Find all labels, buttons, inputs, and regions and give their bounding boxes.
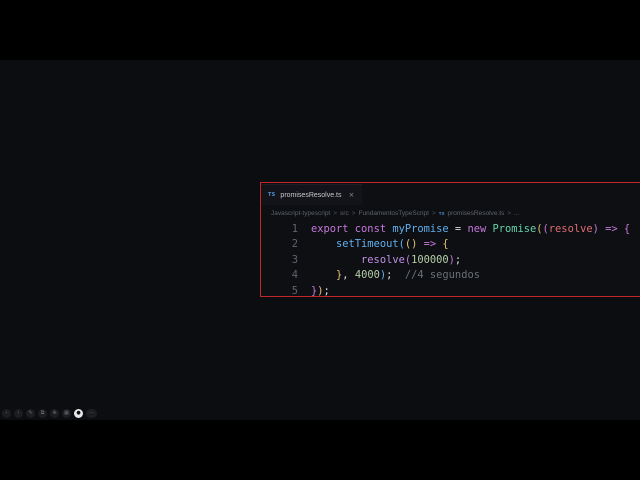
line-number: 1 [291, 223, 298, 235]
line-number: 3 [291, 253, 298, 266]
typescript-file-icon: TS [268, 192, 276, 198]
code-token: = [448, 223, 468, 235]
breadcrumb-item[interactable]: src [340, 210, 349, 217]
code-line: 4 }, 4000); //4 segundos [261, 268, 640, 283]
code-token: const [354, 223, 393, 235]
breadcrumb-chevron-icon: > [431, 209, 436, 217]
breadcrumb-item[interactable]: Javascript-typescript [271, 210, 330, 217]
code-text: }, 4000); //4 segundos [311, 268, 480, 283]
editor-tab-bar: TS promisesResolve.ts × [261, 183, 640, 205]
active-control-icon[interactable]: ● [74, 408, 83, 418]
code-token: resolve [548, 223, 593, 235]
code-text: export const myPromise = new Promise((re… [311, 222, 630, 237]
code-token: //4 segundos [404, 269, 480, 282]
code-token: => [598, 223, 624, 235]
code-area[interactable]: 1 export const myPromise = new Promise((r… [261, 222, 640, 297]
close-icon[interactable]: × [349, 191, 355, 199]
zoom-icon[interactable]: ⊕ [50, 408, 59, 418]
breadcrumb-chevron-icon: > [351, 209, 356, 217]
code-text: setTimeout(() => { [311, 237, 449, 252]
code-line: 5}); [261, 284, 640, 297]
code-token: Promise [492, 223, 537, 235]
code-token: , [342, 269, 355, 282]
editor-tab-promises-resolve[interactable]: TS promisesResolve.ts × [261, 184, 363, 205]
breadcrumb: Javascript-typescript > src > FundamentosTyp… [261, 206, 640, 220]
breadcrumb-item[interactable]: FundamentosTypeScript [359, 210, 429, 217]
code-line: 2 setTimeout(() => { [261, 237, 640, 252]
pen-icon[interactable]: ✎ [26, 408, 35, 418]
code-token: { [623, 223, 631, 235]
more-icon[interactable]: ⋯ [86, 408, 97, 418]
tab-filename: promisesResolve.ts [280, 191, 342, 199]
grid-icon[interactable]: ▦ [62, 408, 71, 418]
previous-icon[interactable]: ‹ [2, 408, 11, 418]
code-token: myPromise [392, 223, 449, 235]
breadcrumb-item[interactable]: ... [514, 210, 519, 217]
line-number: 4 [291, 269, 298, 282]
code-text: }); [311, 284, 330, 297]
copy-icon[interactable]: ⧉ [38, 408, 47, 418]
code-token: export [311, 223, 355, 235]
code-token: ; [323, 284, 330, 297]
code-line: 3 resolve(100000); [261, 253, 640, 268]
code-token: resolve [361, 253, 405, 266]
typescript-file-icon: TS [438, 210, 445, 216]
code-token: 4000 [354, 269, 380, 282]
line-number: 2 [291, 238, 298, 251]
breadcrumb-item[interactable]: promisesResolve.ts [448, 210, 505, 217]
code-token: ; [454, 253, 462, 266]
code-editor-panel: TS promisesResolve.ts × Javascript-types… [260, 182, 640, 297]
code-token: () [404, 238, 418, 251]
breadcrumb-chevron-icon: > [333, 209, 338, 217]
code-token: 100000 [411, 253, 449, 266]
code-text: resolve(100000); [311, 253, 461, 268]
code-token: setTimeout [336, 238, 399, 251]
code-token: { [442, 238, 449, 251]
next-icon[interactable]: › [14, 408, 23, 418]
code-token: ; [386, 269, 405, 282]
line-number: 5 [291, 284, 298, 297]
code-token: new [467, 223, 493, 235]
player-controls: ‹ › ✎ ⧉ ⊕ ▦ ● ⋯ [2, 408, 97, 418]
breadcrumb-chevron-icon: > [507, 209, 512, 217]
code-line: 1 export const myPromise = new Promise((r… [261, 222, 640, 237]
code-token: => [417, 238, 443, 251]
